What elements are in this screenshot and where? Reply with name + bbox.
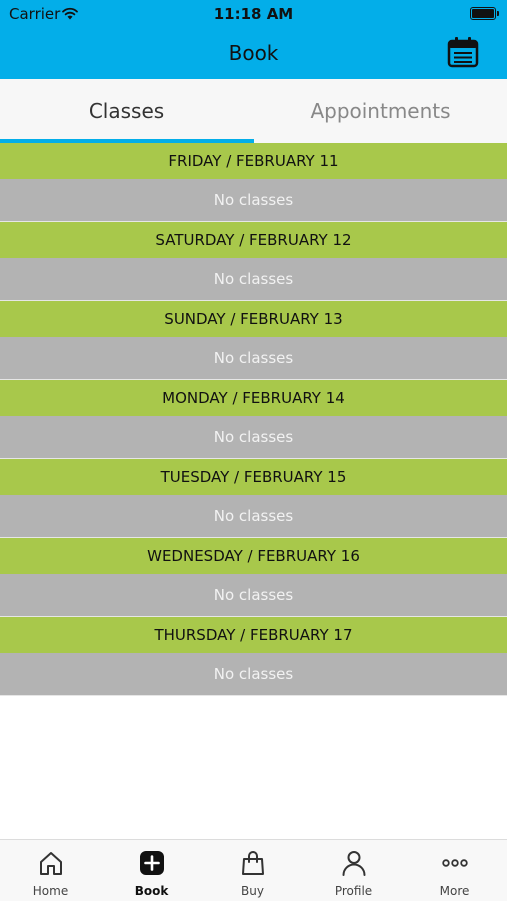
day-header: THURSDAY / FEBRUARY 17 — [0, 617, 507, 653]
calendar-icon — [447, 37, 479, 68]
day-empty-message: No classes — [0, 179, 507, 222]
day-header: WEDNESDAY / FEBRUARY 16 — [0, 538, 507, 574]
calendar-button[interactable] — [446, 36, 480, 68]
tabbar-label: Profile — [334, 884, 373, 898]
tabbar-more[interactable]: More — [404, 840, 505, 901]
tabbar-home[interactable]: Home — [0, 840, 101, 901]
plus-square-icon — [140, 851, 164, 875]
home-icon — [40, 852, 62, 875]
day-empty-message: No classes — [0, 574, 507, 617]
day-header: SATURDAY / FEBRUARY 12 — [0, 222, 507, 258]
day-section: SATURDAY / FEBRUARY 12 No classes — [0, 222, 507, 301]
day-section: FRIDAY / FEBRUARY 11 No classes — [0, 143, 507, 222]
app-header: Carrier 11:18 AM Book — [0, 0, 507, 79]
day-empty-message: No classes — [0, 495, 507, 538]
day-section: TUESDAY / FEBRUARY 15 No classes — [0, 459, 507, 538]
day-section: THURSDAY / FEBRUARY 17 No classes — [0, 617, 507, 696]
tabbar-label: Home — [32, 884, 69, 898]
day-header: TUESDAY / FEBRUARY 15 — [0, 459, 507, 495]
day-empty-message: No classes — [0, 416, 507, 459]
day-section: WEDNESDAY / FEBRUARY 16 No classes — [0, 538, 507, 617]
day-header: FRIDAY / FEBRUARY 11 — [0, 143, 507, 179]
day-empty-message: No classes — [0, 258, 507, 301]
day-section: MONDAY / FEBRUARY 14 No classes — [0, 380, 507, 459]
tabbar-label: More — [439, 884, 470, 898]
tab-classes[interactable]: Classes — [0, 79, 253, 143]
segmented-tabs: Classes Appointments — [0, 79, 507, 143]
more-icon — [442, 859, 468, 867]
day-empty-message: No classes — [0, 653, 507, 696]
tabbar-label: Book — [134, 884, 169, 898]
person-icon — [342, 851, 366, 876]
tabbar-buy[interactable]: Buy — [202, 840, 303, 901]
day-empty-message: No classes — [0, 337, 507, 380]
day-section: SUNDAY / FEBRUARY 13 No classes — [0, 301, 507, 380]
battery-icon — [470, 7, 499, 20]
status-bar: Carrier 11:18 AM — [0, 0, 507, 28]
bottom-tab-bar: Home Book Buy Profile More — [0, 839, 507, 901]
tabbar-profile[interactable]: Profile — [303, 840, 404, 901]
bag-icon — [242, 851, 264, 875]
status-time: 11:18 AM — [213, 5, 294, 23]
day-header: SUNDAY / FEBRUARY 13 — [0, 301, 507, 337]
day-header: MONDAY / FEBRUARY 14 — [0, 380, 507, 416]
page-title: Book — [228, 41, 279, 65]
tab-appointments[interactable]: Appointments — [254, 79, 507, 143]
tabbar-book[interactable]: Book — [101, 840, 202, 901]
schedule-list: FRIDAY / FEBRUARY 11 No classes SATURDAY… — [0, 143, 507, 696]
tabbar-label: Buy — [241, 884, 264, 898]
